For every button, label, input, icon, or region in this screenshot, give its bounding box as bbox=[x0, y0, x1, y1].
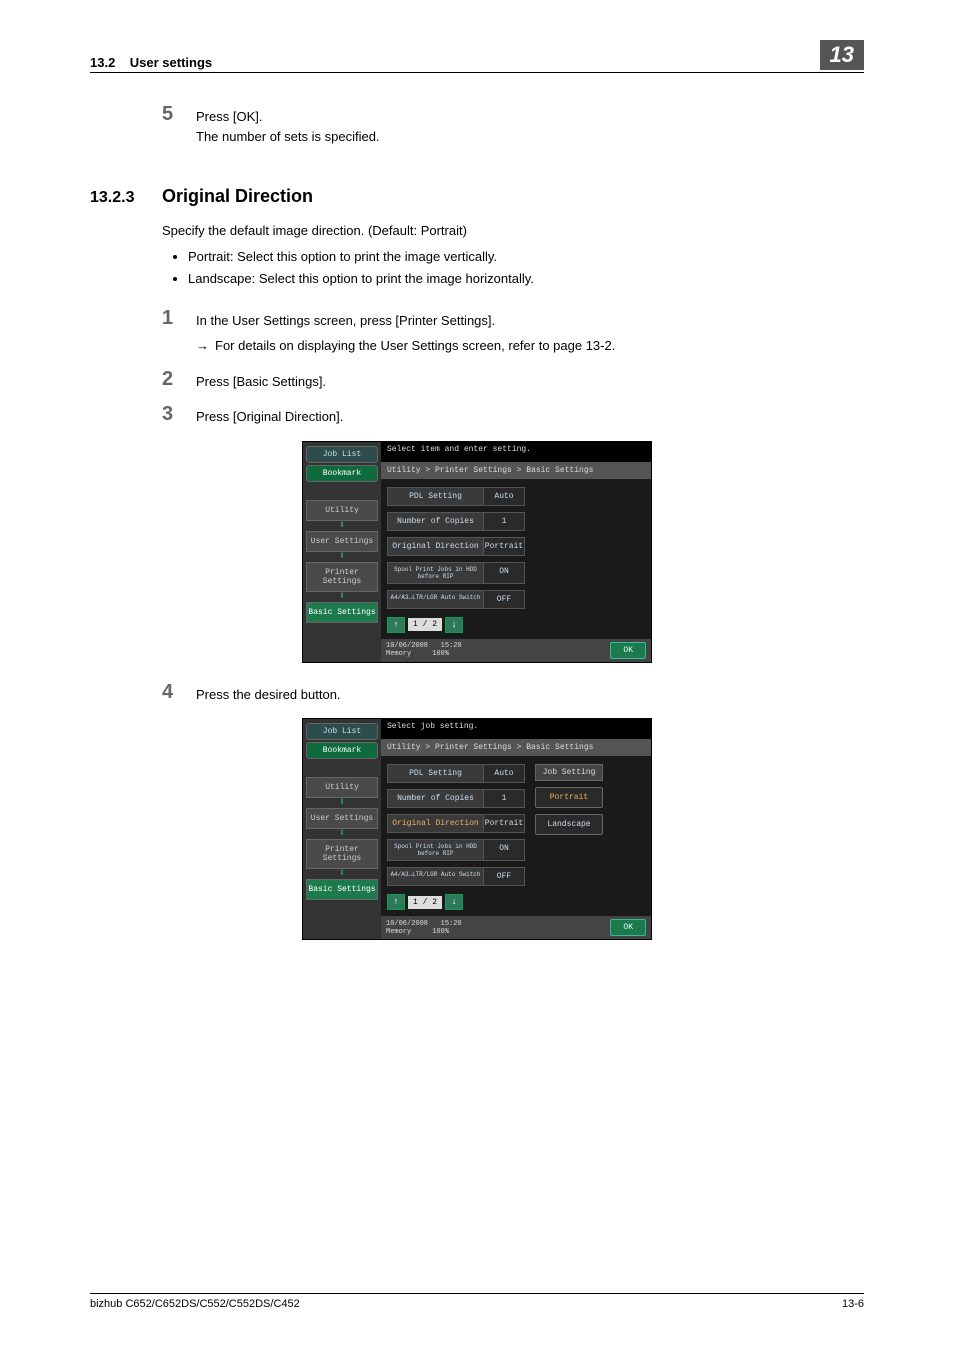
pager: ↑ 1 / 2 ↓ bbox=[381, 888, 651, 916]
printer-settings-button[interactable]: Printer Settings bbox=[306, 839, 378, 869]
step-number: 5 bbox=[162, 103, 196, 126]
utility-button[interactable]: Utility bbox=[306, 777, 378, 798]
list-item: Landscape: Select this option to print t… bbox=[188, 269, 864, 289]
step-sub-arrow: For details on displaying the User Setti… bbox=[196, 336, 864, 356]
bullet-list: Portrait: Select this option to print th… bbox=[162, 247, 864, 289]
setting-original-direction[interactable]: Original DirectionPortrait bbox=[387, 814, 525, 833]
setting-spool[interactable]: Spool Print Jobs in HDD before RIPON bbox=[387, 839, 525, 861]
message-bar: Select job setting. bbox=[381, 719, 651, 739]
page-up-button[interactable]: ↑ bbox=[387, 894, 405, 910]
step-number: 2 bbox=[162, 368, 196, 391]
step-text: The number of sets is specified. bbox=[196, 127, 380, 147]
page-down-button[interactable]: ↓ bbox=[445, 894, 463, 910]
breadcrumb: Utility > Printer Settings > Basic Setti… bbox=[381, 462, 651, 479]
basic-settings-button[interactable]: Basic Settings bbox=[306, 602, 378, 623]
setting-copies[interactable]: Number of Copies1 bbox=[387, 512, 525, 531]
list-item: Portrait: Select this option to print th… bbox=[188, 247, 864, 267]
page-footer: bizhub C652/C652DS/C552/C552DS/C452 13-6 bbox=[90, 1293, 864, 1310]
job-setting-header: Job Setting bbox=[535, 764, 603, 781]
breadcrumb: Utility > Printer Settings > Basic Setti… bbox=[381, 739, 651, 756]
utility-button[interactable]: Utility bbox=[306, 500, 378, 521]
header-section: 13.2 User settings bbox=[90, 55, 212, 70]
down-arrow-icon: ⬇ bbox=[339, 870, 346, 878]
landscape-button[interactable]: Landscape bbox=[535, 814, 603, 835]
setting-original-direction[interactable]: Original DirectionPortrait bbox=[387, 537, 525, 556]
step-number: 3 bbox=[162, 403, 196, 426]
pager: ↑ 1 / 2 ↓ bbox=[381, 611, 651, 639]
setting-pdl[interactable]: PDL SettingAuto bbox=[387, 487, 525, 506]
step-text: In the User Settings screen, press [Prin… bbox=[196, 307, 495, 331]
down-arrow-icon: ⬇ bbox=[339, 593, 346, 601]
subsection-heading: 13.2.3 Original Direction bbox=[90, 186, 864, 207]
step-2: 2 Press [Basic Settings]. bbox=[162, 368, 864, 392]
bookmark-button[interactable]: Bookmark bbox=[306, 465, 378, 482]
portrait-button[interactable]: Portrait bbox=[535, 787, 603, 808]
footer-page: 13-6 bbox=[842, 1298, 864, 1310]
bookmark-button[interactable]: Bookmark bbox=[306, 742, 378, 759]
down-arrow-icon: ⬇ bbox=[339, 830, 346, 838]
setting-autoswitch[interactable]: A4/A3↔LTR/LGR Auto SwitchOFF bbox=[387, 590, 525, 609]
page-indicator: 1 / 2 bbox=[408, 896, 442, 909]
page-indicator: 1 / 2 bbox=[408, 618, 442, 631]
setting-spool[interactable]: Spool Print Jobs in HDD before RIPON bbox=[387, 562, 525, 584]
printer-settings-button[interactable]: Printer Settings bbox=[306, 562, 378, 592]
down-arrow-icon: ⬇ bbox=[339, 522, 346, 530]
user-settings-button[interactable]: User Settings bbox=[306, 808, 378, 829]
setting-copies[interactable]: Number of Copies1 bbox=[387, 789, 525, 808]
setting-pdl[interactable]: PDL SettingAuto bbox=[387, 764, 525, 783]
page-up-button[interactable]: ↑ bbox=[387, 617, 405, 633]
ok-button[interactable]: OK bbox=[610, 919, 646, 936]
step-text: Press [Original Direction]. bbox=[196, 403, 343, 427]
subsection-number: 13.2.3 bbox=[90, 189, 162, 207]
down-arrow-icon: ⬇ bbox=[339, 553, 346, 561]
down-arrow-icon: ⬇ bbox=[339, 799, 346, 807]
ok-button[interactable]: OK bbox=[610, 642, 646, 659]
setting-autoswitch[interactable]: A4/A3↔LTR/LGR Auto SwitchOFF bbox=[387, 867, 525, 886]
page-header: 13.2 User settings 13 bbox=[90, 40, 864, 73]
step-number: 4 bbox=[162, 681, 196, 704]
printer-panel-screenshot-1: Job List Bookmark Utility ⬇ User Setting… bbox=[302, 441, 652, 663]
step-1: 1 In the User Settings screen, press [Pr… bbox=[162, 307, 864, 331]
step-number: 1 bbox=[162, 307, 196, 330]
job-list-button[interactable]: Job List bbox=[306, 723, 378, 740]
message-bar: Select item and enter setting. bbox=[381, 442, 651, 462]
step-text: Press [Basic Settings]. bbox=[196, 368, 326, 392]
footer-model: bizhub C652/C652DS/C552/C552DS/C452 bbox=[90, 1298, 300, 1310]
step-text: Press [OK]. bbox=[196, 107, 380, 127]
printer-panel-screenshot-2: Job List Bookmark Utility ⬇ User Setting… bbox=[302, 718, 652, 940]
basic-settings-button[interactable]: Basic Settings bbox=[306, 879, 378, 900]
step-5: 5 Press [OK]. The number of sets is spec… bbox=[162, 103, 864, 146]
job-list-button[interactable]: Job List bbox=[306, 446, 378, 463]
step-4: 4 Press the desired button. bbox=[162, 681, 864, 705]
chapter-badge: 13 bbox=[820, 40, 864, 70]
intro-text: Specify the default image direction. (De… bbox=[162, 221, 864, 241]
user-settings-button[interactable]: User Settings bbox=[306, 531, 378, 552]
page-down-button[interactable]: ↓ bbox=[445, 617, 463, 633]
step-text: Press the desired button. bbox=[196, 681, 341, 705]
subsection-title: Original Direction bbox=[162, 186, 313, 207]
step-3: 3 Press [Original Direction]. bbox=[162, 403, 864, 427]
status-bar: 10/06/2008 15:20 Memory 100% OK bbox=[381, 639, 651, 662]
status-bar: 10/06/2008 15:20 Memory 100% OK bbox=[381, 916, 651, 939]
